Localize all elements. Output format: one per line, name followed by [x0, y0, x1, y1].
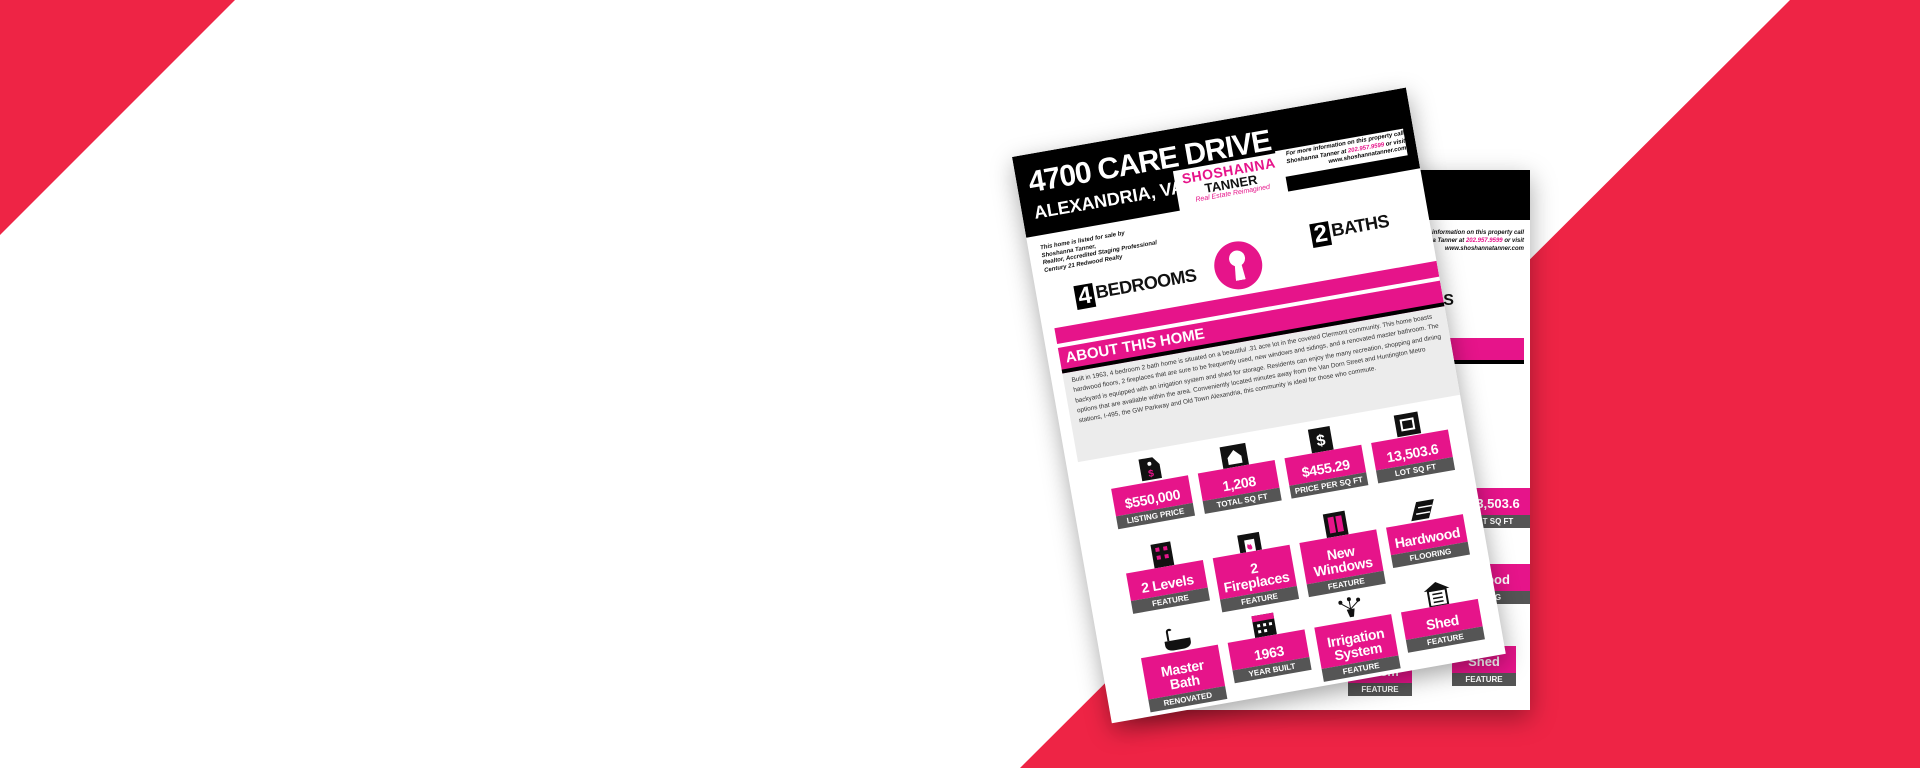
floor-icon: [1411, 498, 1434, 522]
keyhole-icon: [1210, 237, 1267, 294]
tile-master-bath: Master Bath RENOVATED: [1136, 619, 1228, 713]
shed-icon: [1423, 581, 1450, 609]
fireplace-icon: [1237, 531, 1262, 554]
tile-price-per-sqft: $ $455.29 PRICE PER SQ FT: [1280, 419, 1369, 499]
tile-fireplaces: 2 Fireplaces FEATURE: [1208, 519, 1300, 613]
tile-shed: Shed FEATURE: [1396, 573, 1485, 653]
tile-year-built: 1963 YEAR BUILT: [1223, 604, 1312, 684]
tile-irrigation: Irrigation System FEATURE: [1310, 589, 1401, 682]
tile-hardwood: Hardwood FLOORING: [1382, 489, 1470, 569]
baths-count: 2BATHS: [1309, 211, 1391, 249]
tile-levels: 2 Levels FEATURE: [1122, 534, 1210, 614]
tile-new-windows: New Windows FEATURE: [1295, 504, 1386, 598]
sprinkler-icon: [1338, 597, 1361, 618]
building-icon: [1150, 541, 1175, 569]
tile-listing-price: $ $550,000 LISTING PRICE: [1107, 450, 1196, 530]
bedrooms-count: 4BEDROOMS: [1073, 265, 1198, 310]
contact-info: For more information on this property ca…: [1274, 128, 1408, 178]
price-tag-icon: $: [1138, 457, 1162, 482]
house-icon: [1219, 442, 1250, 470]
lot-icon: [1393, 411, 1422, 438]
top-left-red-triangle: [0, 0, 235, 235]
tile-total-sqft: 1,208 TOTAL SQ FT: [1193, 434, 1282, 514]
bathtub-icon: [1164, 628, 1191, 651]
window-icon: [1322, 510, 1349, 539]
calendar-icon: [1251, 612, 1277, 639]
dollar-sign-icon: $: [1307, 425, 1334, 454]
tile-lot-sqft: 13,503.6 LOT SQ FT: [1367, 404, 1456, 484]
background-shapes: [0, 0, 1920, 768]
background-svg: [0, 0, 1920, 768]
